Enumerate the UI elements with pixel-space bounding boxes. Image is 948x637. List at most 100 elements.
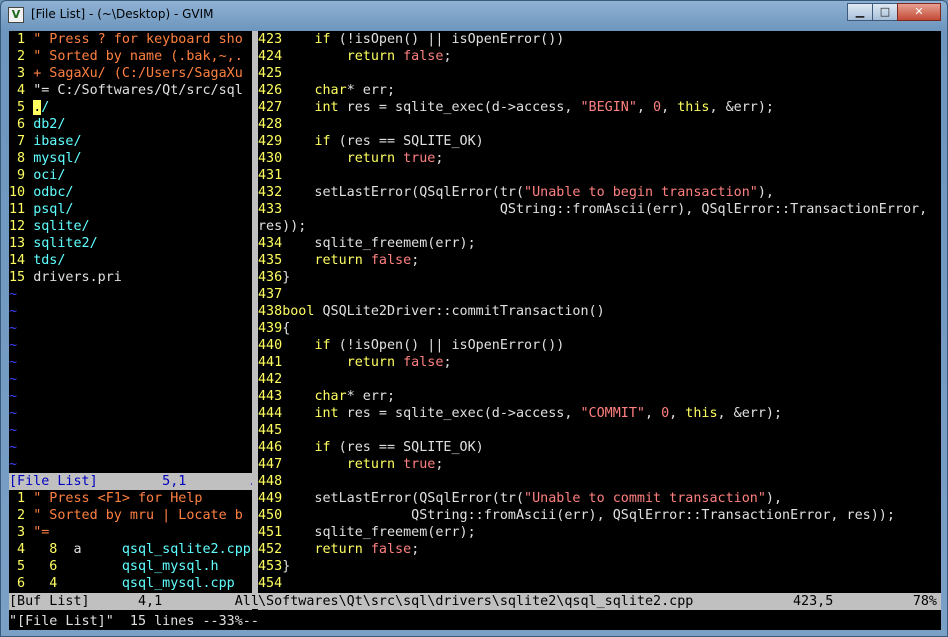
file-list-line[interactable]: 5 ./ [9, 99, 252, 116]
code-line[interactable]: 439{ [258, 320, 941, 337]
line-number: 6 [9, 117, 34, 132]
code-keyword: return [346, 151, 396, 166]
empty-line-tilde[interactable]: ~ [9, 303, 252, 320]
editor-statusline[interactable]: \Softwares\Qt\src\sql\drivers\sqlite2\qs… [258, 593, 941, 610]
code-text: , &err); [709, 100, 774, 115]
editor-pane[interactable]: 423 if (!isOpen() || isOpenError()) 424 r… [258, 31, 941, 592]
code-line[interactable]: 431 [258, 167, 941, 184]
buffer-name: qsql_mysql.h [121, 559, 219, 574]
code-line[interactable]: 427 int res = sqlite_exec(d->access, "BE… [258, 99, 941, 116]
file-list-line[interactable]: 12 sqlite/ [9, 218, 252, 235]
file-list-line[interactable]: 1 " Press ? for keyboard sho [9, 31, 252, 48]
file-list-line[interactable]: 7 ibase/ [9, 133, 252, 150]
file-list-statusline[interactable]: [File List] 5,1 All [9, 473, 252, 490]
line-number: 430 [258, 151, 283, 166]
minimize-button[interactable]: ▁ [847, 3, 873, 21]
code-line[interactable]: 436} [258, 269, 941, 286]
file-list-line[interactable]: 10 odbc/ [9, 184, 252, 201]
empty-line-tilde[interactable]: ~ [9, 422, 252, 439]
code-line[interactable]: 429 if (res == SQLITE_OK) [258, 133, 941, 150]
file-list-line[interactable]: 4 "= C:/Softwares/Qt/src/sql [9, 82, 252, 99]
title-bar[interactable]: V [File List] - (~\Desktop) - GVIM ▁ □ ✕ [1, 1, 947, 29]
code-line[interactable]: 451 sqlite_freemem(err); [258, 524, 941, 541]
code-line[interactable]: 440 if (!isOpen() || isOpenError()) [258, 337, 941, 354]
code-line[interactable]: 444 int res = sqlite_exec(d->access, "CO… [258, 405, 941, 422]
code-line[interactable]: 454 [258, 575, 941, 592]
code-line[interactable]: 450 QString::fromAscii(err), QSqlError::… [258, 507, 941, 524]
buf-list-line[interactable]: 2 " Sorted by mru | Locate b [9, 507, 252, 524]
gvim-app-icon[interactable]: V [8, 7, 24, 23]
code-keyword: return [314, 542, 363, 557]
code-line[interactable]: 424 return false; [258, 48, 941, 65]
line-number: 10 [9, 185, 34, 200]
code-line[interactable]: 428 [258, 116, 941, 133]
code-line[interactable]: 447 return true; [258, 456, 941, 473]
command-line[interactable]: "[File List]" 15 lines --33%-- [9, 613, 941, 630]
buffer-flag: a [57, 542, 122, 557]
tilde-marker: ~ [9, 321, 18, 336]
file-list-pane[interactable]: 1 " Press ? for keyboard sho 2 " Sorted … [9, 31, 252, 592]
code-line[interactable]: 446 if (res == SQLITE_OK) [258, 439, 941, 456]
code-line[interactable]: 433 QString::fromAscii(err), QSqlError::… [258, 201, 941, 218]
code-constant: true [403, 457, 436, 472]
buf-list-line[interactable]: 4 8 a qsql_sqlite2.cpp [9, 541, 252, 558]
code-line[interactable]: 430 return true; [258, 150, 941, 167]
code-line[interactable]: 452 return false; [258, 541, 941, 558]
code-line[interactable]: 448 [258, 473, 941, 490]
tilde-marker: ~ [9, 355, 18, 370]
code-line[interactable]: res)); [258, 218, 941, 235]
code-line[interactable]: 423 if (!isOpen() || isOpenError()) [258, 31, 941, 48]
code-text: ), [757, 185, 774, 200]
code-line[interactable]: 442 [258, 371, 941, 388]
buf-list-line[interactable]: 5 6 qsql_mysql.h [9, 558, 252, 575]
empty-line-tilde[interactable]: ~ [9, 320, 252, 337]
buf-list-line[interactable]: 1 " Press <F1> for Help [9, 490, 252, 507]
tilde-marker: ~ [9, 406, 18, 421]
code-line[interactable]: 426 char* err; [258, 82, 941, 99]
code-line[interactable]: 443 char* err; [258, 388, 941, 405]
code-line[interactable]: 453} [258, 558, 941, 575]
code-keyword: return [346, 457, 396, 472]
code-line[interactable]: 449 setLastError(QSqlError(tr("Unable to… [258, 490, 941, 507]
file-list-line[interactable]: 11 psql/ [9, 201, 252, 218]
line-number: 2 [9, 49, 34, 64]
code-line[interactable]: 438bool QSQLite2Driver::commitTransactio… [258, 303, 941, 320]
file-entry: / [41, 100, 50, 115]
file-list-line[interactable]: 6 db2/ [9, 116, 252, 133]
code-line[interactable]: 434 sqlite_freemem(err); [258, 235, 941, 252]
code-line[interactable]: 432 setLastError(QSqlError(tr("Unable to… [258, 184, 941, 201]
close-button[interactable]: ✕ [897, 3, 941, 21]
file-list-line[interactable]: 13 sqlite2/ [9, 235, 252, 252]
code-line[interactable]: 445 [258, 422, 941, 439]
file-list-line[interactable]: 15 drivers.pri [9, 269, 252, 286]
file-list-line[interactable]: 14 tds/ [9, 252, 252, 269]
vim-text-area[interactable]: 1 " Press ? for keyboard sho 2 " Sorted … [9, 31, 941, 630]
empty-line-tilde[interactable]: ~ [9, 354, 252, 371]
buf-list-line[interactable]: 6 4 qsql_mysql.cpp [9, 575, 252, 592]
line-number: 440 [258, 338, 283, 353]
code-line[interactable]: 435 return false; [258, 252, 941, 269]
buf-list-statusline[interactable]: [Buf List] 4,1 All [9, 593, 259, 610]
empty-line-tilde[interactable]: ~ [9, 439, 252, 456]
buf-list-line[interactable]: 3 "= [9, 524, 252, 541]
file-list-line[interactable]: 8 mysql/ [9, 150, 252, 167]
file-list-line[interactable]: 9 oci/ [9, 167, 252, 184]
code-line[interactable]: 437 [258, 286, 941, 303]
code-string: "BEGIN" [580, 100, 637, 115]
empty-line-tilde[interactable]: ~ [9, 286, 252, 303]
empty-line-tilde[interactable]: ~ [9, 405, 252, 422]
code-line[interactable]: 425 [258, 65, 941, 82]
code-line[interactable]: 441 return false; [258, 354, 941, 371]
empty-line-tilde[interactable]: ~ [9, 337, 252, 354]
maximize-button[interactable]: □ [872, 3, 898, 21]
file-list-line[interactable]: 2 " Sorted by name (.bak,~,. [9, 48, 252, 65]
empty-line-tilde[interactable]: ~ [9, 371, 252, 388]
empty-line-tilde[interactable]: ~ [9, 388, 252, 405]
empty-line-tilde[interactable]: ~ [9, 456, 252, 473]
file-list-line[interactable]: 3 + SagaXu/ (C:/Users/SagaXu [9, 65, 252, 82]
